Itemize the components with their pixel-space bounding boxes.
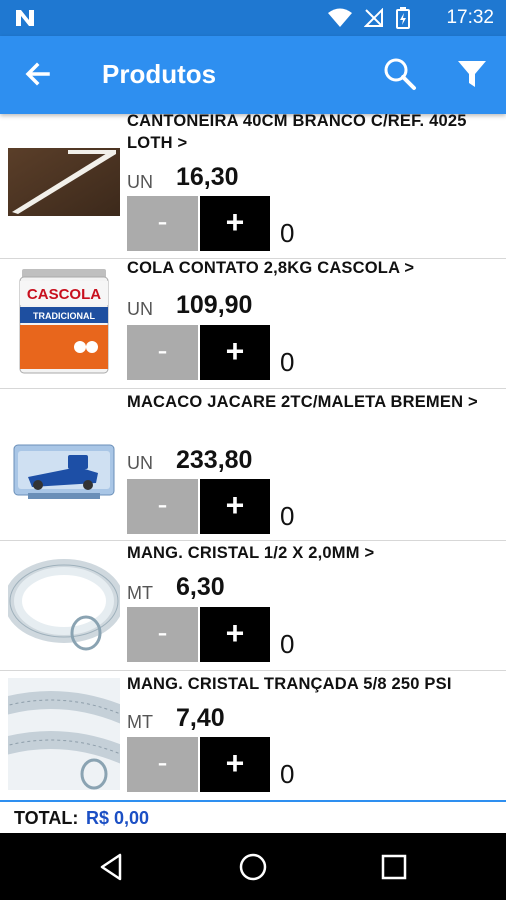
product-unit: UN xyxy=(127,453,153,473)
notification-n-icon xyxy=(16,10,34,26)
product-price: 233,80 xyxy=(176,446,253,474)
product-list[interactable]: CANTONEIRA 40CM BRANCO C/REF. 4025 LOTH … xyxy=(0,114,506,800)
total-bar: TOTAL: R$ 0,00 xyxy=(0,800,506,833)
product-image-mangueira-cristal xyxy=(8,545,120,657)
product-name: CANTONEIRA 40CM BRANCO C/REF. 4025 LOTH … xyxy=(127,114,467,152)
decrease-quantity-button[interactable]: - xyxy=(127,325,198,380)
increase-quantity-button[interactable]: + xyxy=(200,737,270,792)
quantity-value: 0 xyxy=(280,501,295,531)
status-bar: 17:32 xyxy=(0,0,506,36)
product-item[interactable]: MANG. CRISTAL TRANÇADA 5/8 250 PSI MT 7,… xyxy=(0,671,506,800)
system-icons xyxy=(328,7,410,29)
product-name: MANG. CRISTAL 1/2 X 2,0MM > xyxy=(127,544,375,562)
product-image-mangueira-trancada xyxy=(8,678,120,790)
back-arrow-icon[interactable] xyxy=(22,58,54,90)
app-bar: Produtos xyxy=(0,36,506,114)
product-item[interactable]: CASCOLA TRADICIONAL COLA CONTATO 2,8KG C… xyxy=(0,259,506,389)
navigation-bar xyxy=(0,833,506,900)
decrease-quantity-button[interactable]: - xyxy=(127,196,198,251)
product-unit: UN xyxy=(127,172,153,192)
product-image-macaco-jacare xyxy=(13,444,115,499)
quantity-value: 0 xyxy=(280,629,295,659)
quantity-value: 0 xyxy=(280,347,295,377)
increase-quantity-button[interactable]: + xyxy=(200,196,270,251)
product-unit: UN xyxy=(127,299,153,319)
product-price: 109,90 xyxy=(176,291,253,319)
decrease-quantity-button[interactable]: - xyxy=(127,607,198,662)
product-unit: MT xyxy=(127,712,153,732)
page-title: Produtos xyxy=(102,59,217,89)
product-unit: MT xyxy=(127,583,153,603)
cascola-label-text: TRADICIONAL xyxy=(33,311,95,321)
product-name: MANG. CRISTAL TRANÇADA 5/8 250 PSI xyxy=(127,675,452,693)
total-label: TOTAL: xyxy=(14,808,79,828)
increase-quantity-button[interactable]: + xyxy=(200,325,270,380)
product-name: COLA CONTATO 2,8KG CASCOLA > xyxy=(127,259,415,277)
increase-quantity-button[interactable]: + xyxy=(200,607,270,662)
product-item[interactable]: CANTONEIRA 40CM BRANCO C/REF. 4025 LOTH … xyxy=(0,114,506,259)
increase-quantity-button[interactable]: + xyxy=(200,479,270,534)
product-item[interactable]: MACACO JACARE 2TC/MALETA BREMEN > UN 233… xyxy=(0,389,506,541)
filter-icon[interactable] xyxy=(456,58,488,90)
nav-recent-apps-icon[interactable] xyxy=(377,850,411,884)
cascola-brand-text: CASCOLA xyxy=(27,286,101,303)
quantity-value: 0 xyxy=(280,218,295,248)
nav-back-icon[interactable] xyxy=(96,850,130,884)
product-price: 6,30 xyxy=(176,573,225,601)
product-price: 16,30 xyxy=(176,163,239,191)
search-icon[interactable] xyxy=(382,56,418,92)
product-price: 7,40 xyxy=(176,704,225,732)
battery-charging-icon xyxy=(396,7,410,29)
product-image-cantoneira xyxy=(8,148,120,216)
status-time: 17:32 xyxy=(446,7,494,28)
product-image-cola-cascola: CASCOLA TRADICIONAL xyxy=(19,269,109,374)
wifi-icon xyxy=(328,8,352,27)
total-value: R$ 0,00 xyxy=(86,808,150,828)
decrease-quantity-button[interactable]: - xyxy=(127,737,198,792)
product-name: MACACO JACARE 2TC/MALETA BREMEN > xyxy=(127,393,478,411)
decrease-quantity-button[interactable]: - xyxy=(127,479,198,534)
product-item[interactable]: MANG. CRISTAL 1/2 X 2,0MM > MT 6,30 - + … xyxy=(0,541,506,671)
nav-home-icon[interactable] xyxy=(236,850,270,884)
no-signal-icon xyxy=(364,8,383,27)
quantity-value: 0 xyxy=(280,759,295,789)
